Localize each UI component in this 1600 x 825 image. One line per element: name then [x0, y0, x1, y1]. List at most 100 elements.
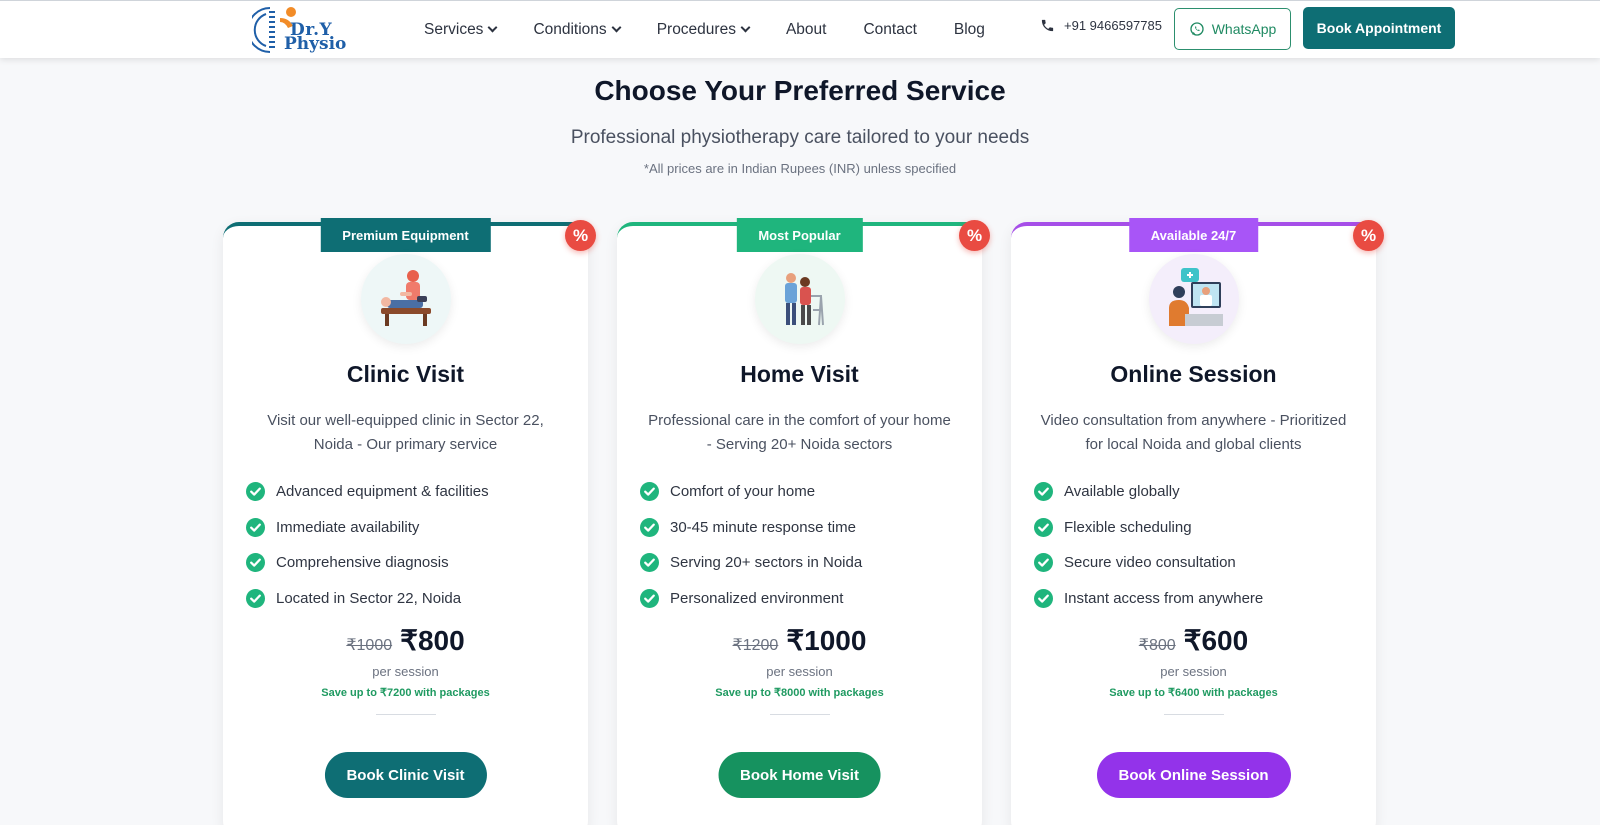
divider: [375, 714, 436, 715]
discount-percent-icon: %: [1353, 220, 1384, 251]
list-item: Immediate availability: [246, 510, 489, 546]
check-circle-icon: [640, 553, 659, 573]
list-item: Comprehensive diagnosis: [246, 545, 489, 581]
discount-percent-icon: %: [565, 220, 596, 251]
nav-conditions[interactable]: Conditions: [533, 20, 622, 39]
nav-procedures[interactable]: Procedures: [657, 21, 751, 39]
card-description: Visit our well-equipped clinic in Sector…: [267, 412, 544, 453]
check-circle-icon: [1034, 553, 1053, 573]
check-circle-icon: [246, 553, 265, 573]
price-row: ₹800 ₹600: [1011, 624, 1376, 657]
chevron-down-icon: [487, 22, 498, 33]
feature-text: Comfort of your home: [670, 483, 816, 501]
old-price: ₹1000: [346, 637, 393, 654]
list-item: Advanced equipment & facilities: [246, 474, 489, 510]
check-circle-icon: [640, 482, 659, 502]
phone-link[interactable]: +91 9466597785: [1040, 18, 1162, 33]
nav-services[interactable]: Services: [424, 20, 498, 39]
list-item: Personalized environment: [640, 581, 862, 617]
site-header: Dr.Y Physio Services Conditions Procedur…: [0, 0, 1600, 58]
card-description: Video consultation from anywhere - Prior…: [1040, 412, 1347, 453]
check-circle-icon: [246, 517, 265, 537]
feature-text: Located in Sector 22, Noida: [276, 589, 462, 607]
per-session-label: per session: [1160, 664, 1227, 679]
feature-text: Secure video consultation: [1064, 554, 1236, 572]
book-online-session-button[interactable]: Book Online Session: [1096, 752, 1291, 798]
card-title: Clinic Visit: [346, 361, 465, 387]
nav-about[interactable]: About: [786, 21, 827, 39]
feature-text: Available globally: [1064, 483, 1180, 501]
list-item: Flexible scheduling: [1034, 510, 1263, 546]
main-nav: Services Conditions Procedures About Con…: [424, 1, 1022, 58]
check-circle-icon: [1034, 588, 1053, 608]
feature-text: Advanced equipment & facilities: [276, 483, 489, 501]
book-appointment-label: Book Appointment: [1316, 20, 1442, 36]
nav-conditions-label: Conditions: [533, 20, 607, 38]
home-care-icon: [754, 254, 845, 344]
list-item: Instant access from anywhere: [1034, 581, 1263, 617]
online-consultation-icon: [1148, 254, 1239, 344]
per-session-label: per session: [766, 664, 833, 679]
book-clinic-visit-button[interactable]: Book Clinic Visit: [324, 752, 487, 798]
card-badge: Most Popular: [736, 218, 863, 252]
feature-list: Comfort of your home 30-45 minute respon…: [640, 474, 862, 616]
discount-percent-icon: %: [959, 220, 990, 251]
old-price: ₹800: [1138, 637, 1176, 654]
section-note: *All prices are in Indian Rupees (INR) u…: [643, 161, 957, 176]
nav-about-label: About: [785, 20, 827, 38]
price-row: ₹1000 ₹800: [223, 624, 588, 657]
nav-services-label: Services: [424, 20, 484, 38]
old-price: ₹1200: [732, 637, 779, 654]
per-session-label: per session: [372, 664, 439, 679]
check-circle-icon: [1034, 517, 1053, 537]
phone-icon: [1041, 19, 1054, 32]
card-title: Home Visit: [740, 361, 859, 387]
feature-text: Serving 20+ sectors in Noida: [670, 554, 863, 572]
service-card-home: Most Popular % Home Visit Professional c…: [617, 218, 990, 825]
logo-text-line2: Physio: [284, 34, 347, 54]
package-savings: Save up to ₹7200 with packages: [321, 687, 490, 699]
current-price: ₹800: [400, 625, 465, 656]
price-row: ₹1200 ₹1000: [617, 624, 982, 657]
package-savings: Save up to ₹6400 with packages: [1109, 687, 1278, 699]
feature-text: Flexible scheduling: [1064, 518, 1192, 536]
package-savings: Save up to ₹8000 with packages: [715, 687, 884, 699]
divider: [1163, 714, 1224, 715]
whatsapp-button[interactable]: WhatsApp: [1174, 8, 1291, 50]
check-circle-icon: [246, 482, 265, 502]
chevron-down-icon: [740, 22, 751, 33]
check-circle-icon: [640, 588, 659, 608]
book-home-visit-button[interactable]: Book Home Visit: [718, 752, 881, 798]
section-title: Choose Your Preferred Service: [594, 75, 1006, 106]
clinic-therapy-icon: [360, 254, 451, 344]
nav-blog[interactable]: Blog: [954, 21, 985, 39]
nav-contact-label: Contact: [863, 20, 917, 38]
card-badge: Available 24/7: [1128, 218, 1259, 252]
section-subtitle: Professional physiotherapy care tailored…: [570, 127, 1030, 148]
phone-number: +91 9466597785: [1064, 18, 1162, 33]
card-badge: Premium Equipment: [320, 218, 491, 252]
card-description: Professional care in the comfort of your…: [648, 412, 951, 453]
list-item: 30-45 minute response time: [640, 510, 862, 546]
check-circle-icon: [1034, 482, 1053, 502]
feature-text: 30-45 minute response time: [670, 518, 856, 536]
feature-text: Personalized environment: [670, 589, 844, 607]
whatsapp-label: WhatsApp: [1211, 21, 1277, 37]
chevron-down-icon: [611, 22, 622, 33]
list-item: Available globally: [1034, 474, 1263, 510]
card-title: Online Session: [1110, 361, 1277, 387]
feature-text: Comprehensive diagnosis: [276, 554, 449, 572]
feature-text: Immediate availability: [276, 518, 420, 536]
check-circle-icon: [640, 517, 659, 537]
service-card-clinic: Premium Equipment % Clinic Visit Visit o…: [223, 218, 596, 825]
nav-blog-label: Blog: [953, 20, 985, 38]
list-item: Secure video consultation: [1034, 545, 1263, 581]
book-appointment-button[interactable]: Book Appointment: [1303, 7, 1455, 49]
logo[interactable]: Dr.Y Physio: [252, 4, 352, 54]
check-circle-icon: [246, 588, 265, 608]
feature-list: Available globally Flexible scheduling S…: [1034, 474, 1263, 616]
divider: [769, 714, 830, 715]
list-item: Located in Sector 22, Noida: [246, 581, 489, 617]
feature-text: Instant access from anywhere: [1064, 589, 1264, 607]
nav-contact[interactable]: Contact: [863, 21, 916, 39]
